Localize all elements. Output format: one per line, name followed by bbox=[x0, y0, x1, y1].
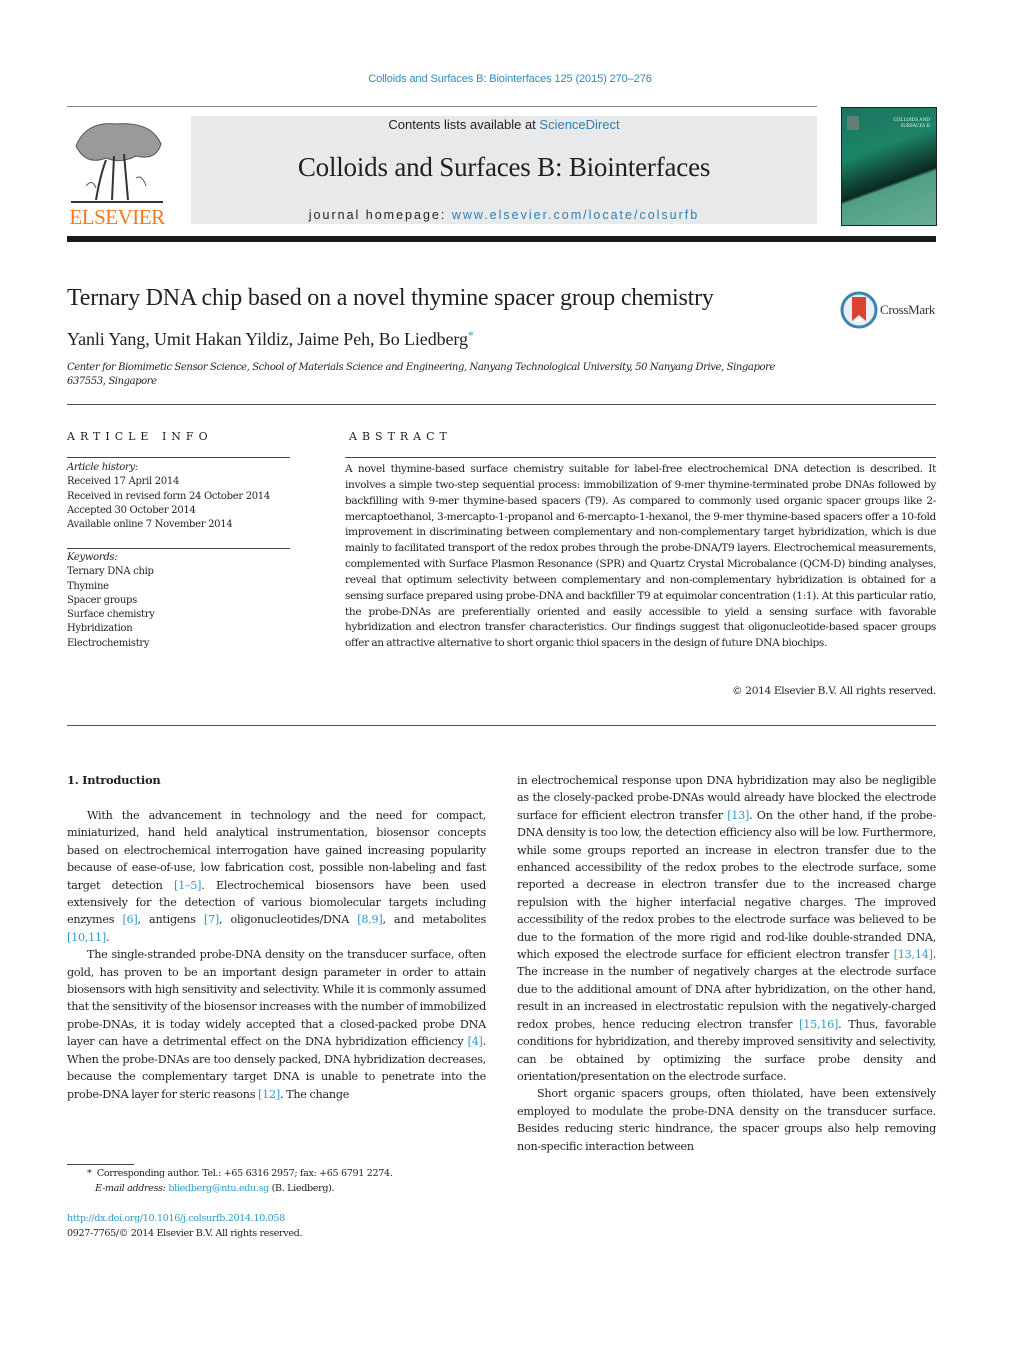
cover-title: COLLOIDS AND SURFACES B bbox=[893, 118, 930, 129]
journal-reference-link[interactable]: Colloids and Surfaces B: Biointerfaces 1… bbox=[0, 73, 1020, 85]
email-suffix: (B. Liedberg). bbox=[268, 1182, 335, 1194]
author-affiliation: Center for Biomimetic Sensor Science, Sc… bbox=[67, 362, 775, 387]
paragraph: With the advancement in technology and t… bbox=[67, 809, 486, 944]
article-info-divider bbox=[67, 457, 290, 458]
citation-link[interactable]: [15,16] bbox=[799, 1018, 838, 1031]
footnote-marker: * bbox=[87, 1168, 92, 1179]
article-history: Article history: Received 17 April 2014 … bbox=[67, 461, 270, 532]
abstract-bottom-divider bbox=[67, 725, 936, 726]
footnote: * Corresponding author. Tel.: +65 6316 2… bbox=[67, 1167, 497, 1196]
journal-homepage-link[interactable]: www.elsevier.com/locate/colsurfb bbox=[452, 208, 699, 222]
paragraph: in electrochemical response upon DNA hyb… bbox=[517, 774, 936, 1083]
doi-link[interactable]: http://dx.doi.org/10.1016/j.colsurfb.201… bbox=[67, 1212, 302, 1227]
corresponding-author-text: Corresponding author. Tel.: +65 6316 295… bbox=[96, 1168, 393, 1179]
journal-banner: Contents lists available at ScienceDirec… bbox=[191, 116, 817, 224]
crossmark-label: CrossMark bbox=[880, 302, 936, 317]
history-item: Available online 7 November 2014 bbox=[67, 519, 233, 531]
abstract-copyright: © 2014 Elsevier B.V. All rights reserved… bbox=[732, 685, 936, 697]
contents-prefix: Contents lists available at bbox=[388, 117, 540, 132]
journal-title: Colloids and Surfaces B: Biointerfaces bbox=[297, 152, 711, 182]
keyword-item: Ternary DNA chip bbox=[67, 566, 154, 578]
email-note: E-mail address: bliedberg@ntu.edu.sg (B.… bbox=[67, 1182, 497, 1197]
citation-link[interactable]: [1–5] bbox=[174, 879, 202, 892]
header-thick-rule bbox=[67, 236, 936, 242]
sciencedirect-link[interactable]: ScienceDirect bbox=[539, 117, 619, 132]
corresponding-author-marker[interactable]: * bbox=[468, 328, 474, 342]
body-column-right: in electrochemical response upon DNA hyb… bbox=[517, 772, 936, 1155]
keyword-item: Spacer groups bbox=[67, 594, 137, 606]
abstract-divider bbox=[345, 457, 936, 458]
email-label: E-mail address: bbox=[95, 1182, 166, 1194]
elsevier-wordmark: ELSEVIER bbox=[69, 205, 165, 229]
keywords: Keywords: Ternary DNA chip Thymine Space… bbox=[67, 551, 155, 651]
authors-text: Yanli Yang, Umit Hakan Yildiz, Jaime Peh… bbox=[67, 329, 468, 349]
article-info-heading: ARTICLE INFO bbox=[67, 430, 213, 443]
abstract-text: A novel thymine-based surface chemistry … bbox=[345, 463, 936, 650]
elsevier-tree-icon bbox=[71, 123, 163, 203]
citation-link[interactable]: [4] bbox=[468, 1035, 483, 1048]
section-heading-introduction: 1. Introduction bbox=[67, 773, 161, 787]
homepage-prefix: journal homepage: bbox=[308, 208, 452, 222]
citation-link[interactable]: [10,11] bbox=[67, 931, 106, 944]
affiliation-divider bbox=[67, 404, 936, 405]
cover-publisher-icon bbox=[847, 116, 859, 130]
history-label: Article history: bbox=[67, 462, 138, 473]
footnote-divider bbox=[67, 1164, 134, 1165]
paragraph: The single-stranded probe-DNA density on… bbox=[67, 948, 486, 1101]
body-column-left: With the advancement in technology and t… bbox=[67, 807, 486, 1103]
author-list: Yanli Yang, Umit Hakan Yildiz, Jaime Peh… bbox=[67, 328, 474, 350]
keywords-divider bbox=[67, 548, 290, 549]
abstract-heading: ABSTRACT bbox=[349, 430, 452, 443]
citation-link[interactable]: [13] bbox=[727, 809, 749, 822]
citation-link[interactable]: [13,14] bbox=[894, 948, 933, 961]
history-item: Received in revised form 24 October 2014 bbox=[67, 490, 270, 502]
history-item: Accepted 30 October 2014 bbox=[67, 504, 196, 516]
citation-link[interactable]: [7] bbox=[204, 913, 219, 926]
keyword-item: Surface chemistry bbox=[67, 609, 155, 621]
keyword-item: Thymine bbox=[67, 580, 109, 592]
journal-homepage-line: journal homepage: www.elsevier.com/locat… bbox=[191, 208, 817, 222]
contents-line: Contents lists available at ScienceDirec… bbox=[191, 117, 817, 132]
keyword-item: Hybridization bbox=[67, 623, 133, 635]
article-title: Ternary DNA chip based on a novel thymin… bbox=[67, 285, 714, 311]
corresponding-author-note: * Corresponding author. Tel.: +65 6316 2… bbox=[67, 1167, 497, 1182]
citation-link[interactable]: [12] bbox=[258, 1088, 280, 1101]
journal-cover-thumbnail[interactable]: COLLOIDS AND SURFACES B bbox=[841, 107, 937, 226]
doi-block: http://dx.doi.org/10.1016/j.colsurfb.201… bbox=[67, 1212, 303, 1241]
history-item: Received 17 April 2014 bbox=[67, 476, 180, 488]
citation-link[interactable]: [6] bbox=[122, 913, 137, 926]
email-link[interactable]: bliedberg@ntu.edu.sg bbox=[168, 1183, 269, 1194]
citation-link[interactable]: [8,9] bbox=[357, 913, 383, 926]
keywords-label: Keywords: bbox=[67, 552, 118, 563]
issn-copyright: 0927-7765/© 2014 Elsevier B.V. All right… bbox=[67, 1227, 303, 1239]
keyword-item: Electrochemistry bbox=[67, 637, 150, 649]
elsevier-logo[interactable]: ELSEVIER bbox=[66, 116, 168, 228]
paragraph: Short organic spacers groups, often thio… bbox=[517, 1087, 936, 1153]
header-divider bbox=[67, 106, 817, 107]
crossmark-icon bbox=[840, 291, 878, 329]
crossmark-button[interactable]: CrossMark bbox=[840, 291, 940, 329]
